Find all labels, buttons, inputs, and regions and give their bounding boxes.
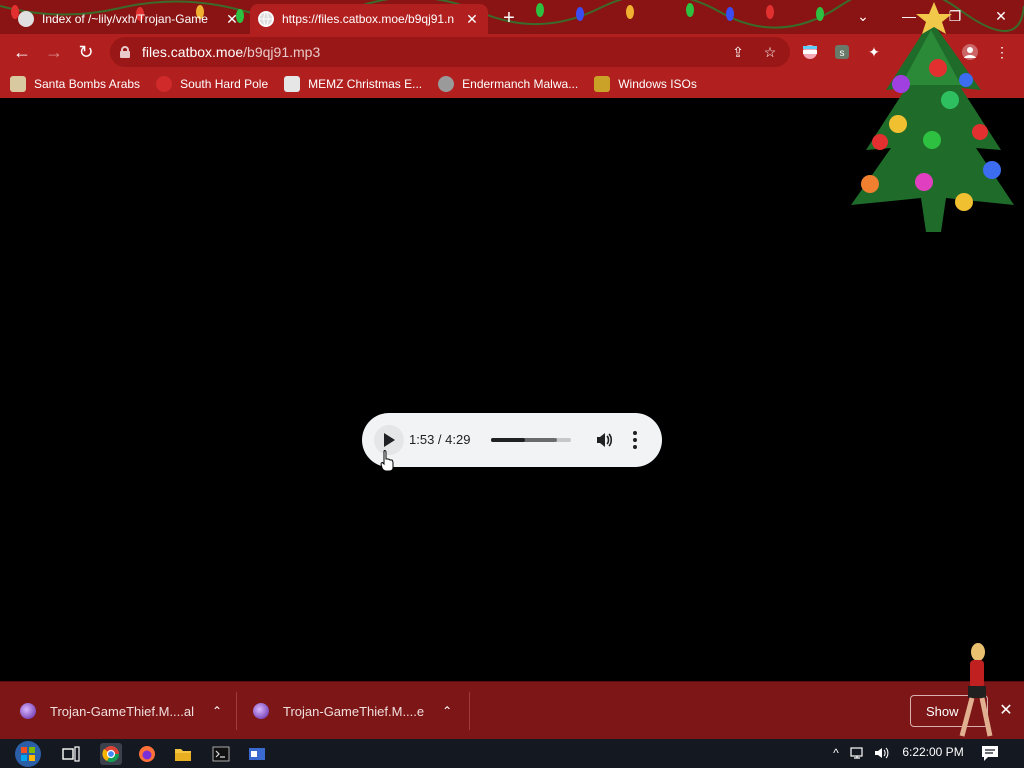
command-prompt-icon[interactable] xyxy=(210,743,232,765)
chevron-up-icon[interactable]: ⌃ xyxy=(442,704,452,718)
bookmark-favicon-icon xyxy=(284,76,301,92)
url-path: /b9qj91.mp3 xyxy=(243,44,321,60)
chevron-up-icon[interactable]: ⌃ xyxy=(212,704,222,718)
back-button[interactable]: ← xyxy=(8,38,36,66)
snowflake-icon xyxy=(156,76,173,92)
playback-time: 1:53 / 4:29 xyxy=(409,432,471,447)
page-icon xyxy=(18,11,34,27)
bookmark-windows-isos[interactable]: Windows ISOs xyxy=(594,76,697,92)
bookmark-label: MEMZ Christmas E... xyxy=(308,77,423,91)
speaker-icon[interactable] xyxy=(874,745,890,761)
christmas-tree-decoration xyxy=(851,2,1014,232)
bookmark-memz-christmas[interactable]: MEMZ Christmas E... xyxy=(284,76,422,92)
extension-flag-icon[interactable] xyxy=(800,42,820,62)
dancing-figure-decoration xyxy=(959,643,993,737)
bookmark-endermanch-malware[interactable]: Endermanch Malwa... xyxy=(438,76,578,92)
bookmark-south-hard-pole[interactable]: South Hard Pole xyxy=(156,76,268,92)
seek-slider[interactable] xyxy=(491,438,571,442)
file-icon xyxy=(20,703,36,719)
svg-text:s: s xyxy=(840,48,845,59)
download-item[interactable]: Trojan-GameThief.M....e ⌃ xyxy=(253,682,452,740)
volume-button[interactable] xyxy=(594,430,614,450)
file-icon xyxy=(253,703,269,719)
lock-icon[interactable] xyxy=(120,46,130,58)
bookmark-label: South Hard Pole xyxy=(180,77,269,91)
progress-bar xyxy=(491,438,525,442)
network-icon[interactable] xyxy=(850,745,866,761)
share-icon[interactable]: ⇪ xyxy=(728,42,748,62)
downloads-bar: Trojan-GameThief.M....al ⌃ Trojan-GameTh… xyxy=(0,681,1024,739)
tab-index[interactable]: Index of /~lily/vxh/Trojan-Game ✕ xyxy=(10,4,248,34)
divider xyxy=(469,692,470,730)
reload-button[interactable]: ↻ xyxy=(72,38,100,66)
bookmark-favicon-icon xyxy=(10,76,26,92)
download-filename: Trojan-GameThief.M....e xyxy=(283,703,425,719)
close-tab-icon[interactable]: ✕ xyxy=(464,11,480,27)
show-hidden-icons-chevron-icon[interactable]: ^ xyxy=(828,745,844,761)
bookmark-santa-bombs-arabs[interactable]: Santa Bombs Arabs xyxy=(10,76,140,92)
tab-catbox[interactable]: https://files.catbox.moe/b9qj91.n ✕ xyxy=(250,4,488,34)
forward-button[interactable]: → xyxy=(40,38,68,66)
file-explorer-icon[interactable] xyxy=(172,743,194,765)
play-icon xyxy=(384,433,395,447)
volume-icon xyxy=(597,433,613,447)
start-button-icon[interactable] xyxy=(10,739,46,768)
close-tab-icon[interactable]: ✕ xyxy=(224,11,240,27)
chrome-taskbar-icon[interactable] xyxy=(100,743,122,765)
divider xyxy=(236,692,237,730)
bookmark-label: Endermanch Malwa... xyxy=(462,77,579,91)
url-host: files.catbox.moe xyxy=(142,44,244,60)
task-view-icon[interactable] xyxy=(60,743,82,765)
screen: Index of /~lily/vxh/Trojan-Game ✕ https:… xyxy=(0,0,1024,768)
bookmark-label: Santa Bombs Arabs xyxy=(34,77,141,91)
bookmark-label: Windows ISOs xyxy=(618,77,697,91)
new-tab-button[interactable]: + xyxy=(498,7,520,29)
url-text[interactable]: files.catbox.moe/b9qj91.mp3 xyxy=(142,44,320,60)
bookmark-favicon-icon xyxy=(438,76,455,92)
more-options-button[interactable] xyxy=(628,430,642,450)
tab-title: Index of /~lily/vxh/Trojan-Game xyxy=(42,12,208,26)
firefox-taskbar-icon[interactable] xyxy=(136,743,158,765)
tab-title: https://files.catbox.moe/b9qj91.n xyxy=(282,12,455,26)
bookmark-star-icon[interactable]: ☆ xyxy=(760,42,780,62)
windows-taskbar: ^ 6:22:00 PM xyxy=(0,739,1024,768)
taskbar-clock[interactable]: 6:22:00 PM xyxy=(898,745,968,759)
audio-player[interactable]: 1:53 / 4:29 xyxy=(362,413,662,467)
download-item[interactable]: Trojan-GameThief.M....al ⌃ xyxy=(20,682,222,740)
bookmark-favicon-icon xyxy=(594,76,611,92)
address-bar[interactable]: files.catbox.moe/b9qj91.mp3 xyxy=(110,37,790,67)
globe-icon xyxy=(258,11,274,27)
hand-cursor-icon xyxy=(380,450,394,472)
download-filename: Trojan-GameThief.M....al xyxy=(50,703,195,719)
program-icon[interactable] xyxy=(246,743,268,765)
action-center-icon[interactable] xyxy=(980,744,1000,762)
